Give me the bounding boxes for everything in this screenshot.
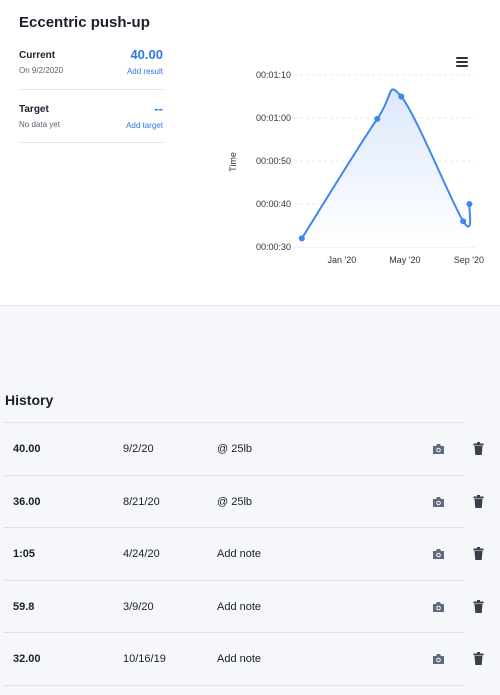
trash-icon[interactable] xyxy=(473,494,484,508)
progress-chart: 00:00:30 00:00:40 00:00:50 00:01:00 00:01:10… xyxy=(228,70,484,265)
chart-y-tick-label: 00:00:40 xyxy=(256,199,291,209)
camera-icon[interactable] xyxy=(432,443,445,455)
history-value: 59.8 xyxy=(13,600,35,613)
history-row: 1:05 4/24/20 Add note xyxy=(4,528,484,581)
camera-icon[interactable] xyxy=(432,548,445,560)
exercise-panel: Eccentric push-up Current On 9/2/2020 40… xyxy=(0,0,500,306)
history-date: 4/24/20 xyxy=(123,548,160,560)
history-row: 32.00 10/16/19 Add note xyxy=(4,633,484,686)
camera-icon[interactable] xyxy=(432,653,445,665)
history-list: 40.00 9/2/20 @ 25lb 36.00 8/21/20 @ 25lb… xyxy=(4,422,484,686)
history-value: 36.00 xyxy=(13,495,41,508)
chart-data-point[interactable] xyxy=(460,218,467,225)
history-row: 59.8 3/9/20 Add note xyxy=(4,581,484,633)
history-note[interactable]: @ 25lb xyxy=(217,443,252,455)
chart-y-tick-label: 00:00:30 xyxy=(256,242,291,252)
history-date: 10/16/19 xyxy=(123,653,166,665)
history-row: 40.00 9/2/20 @ 25lb xyxy=(4,423,484,476)
chart-data-point[interactable] xyxy=(298,235,305,242)
history-row: 36.00 8/21/20 @ 25lb xyxy=(4,476,484,528)
trash-icon[interactable] xyxy=(473,547,484,560)
chart-y-tick-label: 00:01:00 xyxy=(256,113,291,123)
chart-y-axis-label: Time xyxy=(228,152,238,172)
camera-icon[interactable] xyxy=(432,601,445,613)
history-value: 32.00 xyxy=(13,653,41,665)
chart-data-point[interactable] xyxy=(466,201,473,207)
history-note[interactable]: Add note xyxy=(217,548,261,560)
chart-x-tick-label: Jan '20 xyxy=(328,255,357,265)
camera-icon[interactable] xyxy=(432,496,445,508)
chart-data-point[interactable] xyxy=(398,93,405,100)
chart-x-tick-label: Sep '20 xyxy=(454,255,484,265)
history-date: 9/2/20 xyxy=(123,443,154,455)
history-value: 40.00 xyxy=(13,443,41,455)
history-note[interactable]: Add note xyxy=(217,653,261,665)
chart-x-tick-label: May '20 xyxy=(389,255,420,265)
history-date: 8/21/20 xyxy=(123,495,160,508)
history-section: History 40.00 9/2/20 @ 25lb 36.00 8/21/2… xyxy=(0,306,500,695)
trash-icon[interactable] xyxy=(473,442,484,455)
trash-icon[interactable] xyxy=(473,599,484,613)
history-date: 3/9/20 xyxy=(123,600,154,613)
chart-area-fill xyxy=(301,89,471,247)
chart-data-point[interactable] xyxy=(374,115,381,122)
history-note[interactable]: Add note xyxy=(217,601,261,613)
chart-y-tick-label: 00:01:10 xyxy=(256,70,291,80)
chart-y-tick-label: 00:00:50 xyxy=(256,156,291,166)
history-title: History xyxy=(5,392,54,408)
history-note[interactable]: @ 25lb xyxy=(217,496,252,508)
trash-icon[interactable] xyxy=(473,652,484,665)
history-value: 1:05 xyxy=(13,548,36,560)
